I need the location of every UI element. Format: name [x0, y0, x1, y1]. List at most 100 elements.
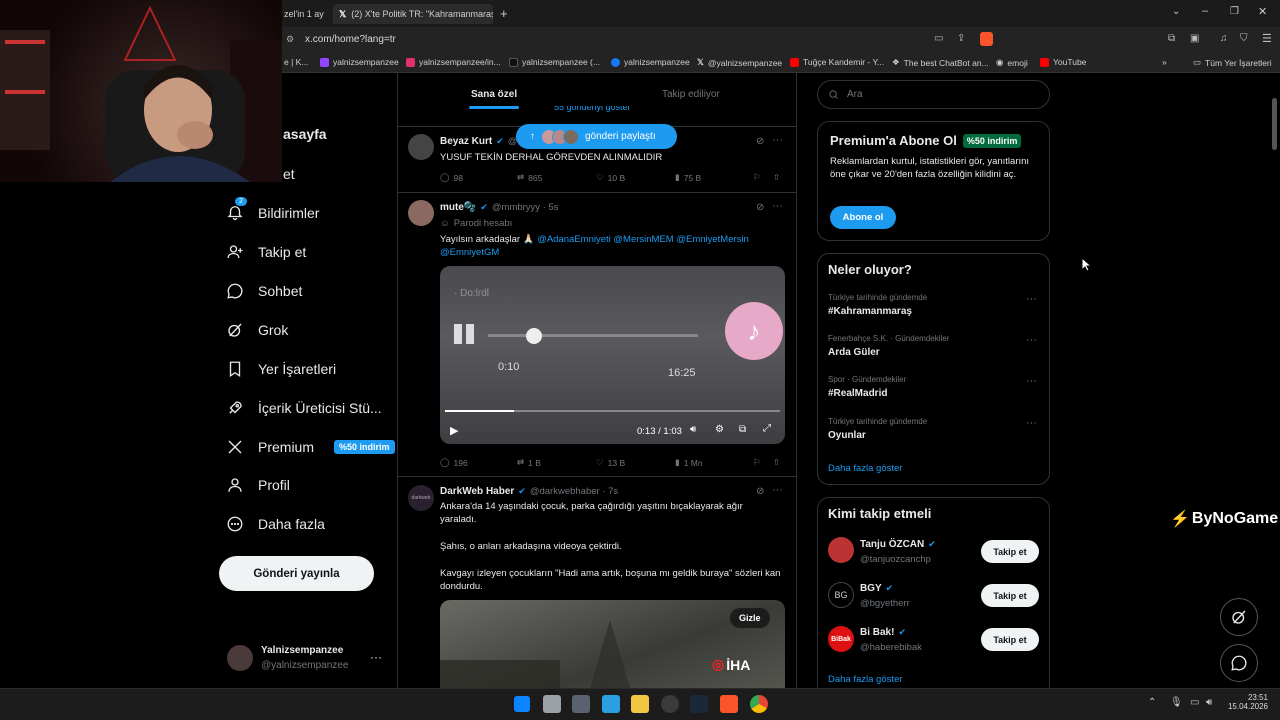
- microphone-icon[interactable]: 🎙︎: [1170, 697, 1183, 708]
- more-icon[interactable]: ···: [772, 200, 783, 212]
- follow-button[interactable]: Takip et: [981, 628, 1039, 651]
- browser-tab-active[interactable]: 𝕏 (2) X'te Politik TR: "Kahramanmaraş'ta: [333, 4, 493, 24]
- trend-item[interactable]: Türkiye tarihinde gündemde #Kahramanmara…: [828, 293, 927, 317]
- trend-item[interactable]: Türkiye tarihinde gündemde Oyunlar: [828, 417, 927, 441]
- suggestion-name[interactable]: Bi Bak!: [860, 627, 894, 638]
- reply-button[interactable]: ◯ 196: [440, 457, 468, 468]
- nav-more[interactable]: Daha fazla: [226, 509, 325, 539]
- avatar[interactable]: [828, 537, 854, 563]
- trend-item[interactable]: Spor · Gündemdekiler #RealMadrid: [828, 375, 906, 399]
- like-button[interactable]: ♡ 13 B: [596, 457, 625, 468]
- trend-more-icon[interactable]: ···: [1026, 293, 1037, 305]
- network-icon[interactable]: ▭: [1190, 697, 1199, 708]
- avatar[interactable]: BG: [828, 582, 854, 608]
- bookmark-item[interactable]: 𝕏 @yalnizsempanzee: [697, 57, 782, 68]
- tweet-handle[interactable]: @: [508, 136, 518, 147]
- music-icon[interactable]: ♫: [1220, 33, 1228, 44]
- tweet-author[interactable]: Beyaz Kurt: [440, 136, 492, 147]
- reply-button[interactable]: ◯ 98: [440, 172, 463, 183]
- tray-chevron-icon[interactable]: ⌃: [1148, 697, 1156, 708]
- bookmark-icon[interactable]: ⚐: [753, 457, 761, 468]
- sidebar-icon[interactable]: ▣: [1190, 33, 1199, 44]
- grok-icon[interactable]: ⊘: [756, 486, 764, 497]
- brave-shield-icon[interactable]: [980, 32, 993, 46]
- menu-icon[interactable]: ☰: [1262, 32, 1272, 45]
- chrome-icon[interactable]: [750, 695, 768, 713]
- minimize-button[interactable]: –: [1202, 5, 1208, 17]
- nav-grok[interactable]: Grok: [226, 315, 288, 345]
- browser-tab[interactable]: zel'in 1 ay: [284, 4, 324, 24]
- tweet-handle[interactable]: @mmbryyy · 5s: [492, 202, 559, 213]
- file-explorer-icon[interactable]: [631, 695, 649, 713]
- nav-home-label[interactable]: asayfa: [283, 126, 327, 142]
- share-icon[interactable]: ⇪: [957, 33, 965, 44]
- messages-float-button[interactable]: [1220, 644, 1258, 682]
- follow-button[interactable]: Takip et: [981, 540, 1039, 563]
- brave-icon[interactable]: [720, 695, 738, 713]
- suggestion-name[interactable]: Tanju ÖZCAN: [860, 539, 924, 550]
- bookmark-item[interactable]: ❖ The best ChatBot an...: [892, 57, 989, 68]
- nav-explore-label[interactable]: et: [283, 166, 295, 182]
- account-menu-icon[interactable]: ···: [370, 650, 382, 664]
- post-button[interactable]: Gönderi yayınla: [219, 556, 374, 591]
- more-icon[interactable]: ···: [772, 484, 783, 496]
- show-more-link[interactable]: Daha fazla göster: [828, 463, 902, 474]
- url-field[interactable]: x.com/home?lang=tr: [305, 34, 396, 45]
- clock[interactable]: 23:51 15.04.2026: [1226, 693, 1268, 711]
- avatar[interactable]: [408, 200, 434, 226]
- search-input[interactable]: Ara: [847, 89, 863, 100]
- bookmark-item[interactable]: yalnizsempanzee (...: [509, 57, 600, 67]
- show-new-posts-link[interactable]: 55 gönderiyi göster: [554, 106, 631, 112]
- nav-creator-studio[interactable]: İçerik Üreticisi Stü...: [226, 393, 382, 423]
- windows-start-icon[interactable]: [514, 696, 530, 712]
- extensions-icon[interactable]: ⧉: [1168, 33, 1175, 44]
- tweet-handle[interactable]: @darkwebhaber · 7s: [530, 486, 618, 497]
- video-player[interactable]: · Do:lrdl 0:10 16:25 ♪ ▶ 0:13 / 1:03 🔊︎ …: [440, 266, 785, 444]
- share-icon[interactable]: ⇧: [773, 457, 780, 468]
- trend-more-icon[interactable]: ···: [1026, 375, 1037, 387]
- trend-more-icon[interactable]: ···: [1026, 334, 1037, 346]
- speaker-icon[interactable]: 🔊︎: [1206, 697, 1212, 708]
- views-button[interactable]: ▮ 75 B: [675, 172, 701, 183]
- avatar[interactable]: [408, 134, 434, 160]
- bookmark-item[interactable]: Tuğçe Kandemir - Y...: [790, 57, 884, 67]
- trend-more-icon[interactable]: ···: [1026, 417, 1037, 429]
- snipping-tool-icon[interactable]: [572, 695, 590, 713]
- suggestion-name[interactable]: BGY: [860, 583, 882, 594]
- new-posts-pill[interactable]: ↑ gönderi paylaştı: [516, 124, 677, 149]
- play-icon[interactable]: ▶: [450, 424, 458, 437]
- nav-premium[interactable]: Premium %50 indirim: [226, 432, 395, 462]
- maximize-button[interactable]: ❐: [1230, 6, 1239, 17]
- nav-profile[interactable]: Profil: [226, 470, 290, 500]
- page-scrollbar[interactable]: [1272, 98, 1277, 150]
- tab-following[interactable]: Takip ediliyor: [662, 89, 720, 100]
- bookmark-icon[interactable]: ⚐: [753, 172, 761, 183]
- picture-in-picture-icon[interactable]: ⧉: [739, 424, 746, 435]
- grok-float-button[interactable]: [1220, 598, 1258, 636]
- close-window-button[interactable]: ✕: [1258, 5, 1267, 18]
- bookmark-item[interactable]: YouTube: [1040, 57, 1086, 67]
- vpn-icon[interactable]: ⛉: [1240, 33, 1248, 44]
- nav-notifications[interactable]: 2 Bildirimler: [226, 196, 319, 228]
- cast-icon[interactable]: ▭: [934, 33, 943, 44]
- tab-for-you[interactable]: Sana özel: [471, 89, 517, 100]
- show-more-link[interactable]: Daha fazla göster: [828, 674, 902, 685]
- like-button[interactable]: ♡ 10 B: [596, 172, 625, 183]
- avatar[interactable]: [227, 645, 253, 671]
- bookmark-item[interactable]: e | K...: [284, 57, 308, 67]
- more-icon[interactable]: ···: [772, 134, 783, 146]
- steam-icon[interactable]: [690, 695, 708, 713]
- site-settings-icon[interactable]: ⚙: [286, 34, 294, 45]
- grok-icon[interactable]: ⊘: [756, 136, 764, 147]
- views-button[interactable]: ▮ 1 Mn: [675, 457, 703, 468]
- bookmark-item[interactable]: ◉ emoji: [996, 57, 1028, 68]
- tweet-media[interactable]: Gizle ◎ İHA: [440, 600, 785, 688]
- nav-follow[interactable]: Takip et: [226, 237, 306, 267]
- follow-button[interactable]: Takip et: [981, 584, 1039, 607]
- tweet-author[interactable]: mute🫧: [440, 202, 476, 213]
- new-tab-button[interactable]: +: [500, 6, 508, 21]
- retweet-button[interactable]: ⇄ 1 B: [517, 457, 541, 468]
- nav-bookmarks[interactable]: Yer İşaretleri: [226, 354, 336, 384]
- obs-icon[interactable]: [661, 695, 679, 713]
- search-box[interactable]: Ara: [817, 80, 1050, 109]
